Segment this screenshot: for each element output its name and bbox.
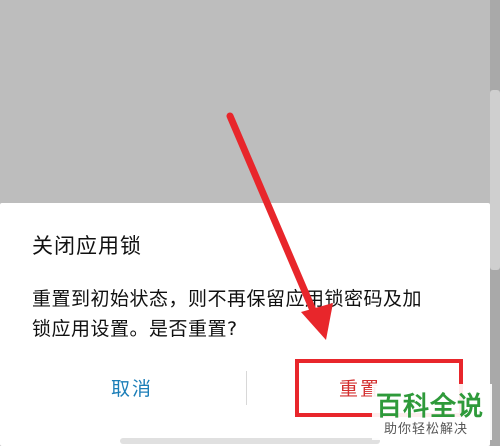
dialog-message-line-2: 锁应用设置。是否重置? (32, 318, 238, 340)
dialog-message: 重置到初始状态，则不再保留应用锁密码及加 锁应用设置。是否重置? (32, 284, 472, 344)
button-divider (246, 371, 247, 405)
watermark-subtitle: 助你轻松解决 (384, 422, 469, 437)
dialog-title: 关闭应用锁 (32, 234, 142, 258)
dialog-message-line-1: 重置到初始状态，则不再保留应用锁密码及加 (32, 288, 423, 310)
watermark: 百科全说 助你轻松解决 (372, 384, 492, 440)
cancel-button[interactable]: 取消 (32, 363, 232, 411)
navigation-handle (120, 438, 380, 444)
side-scrollbar (490, 90, 500, 270)
